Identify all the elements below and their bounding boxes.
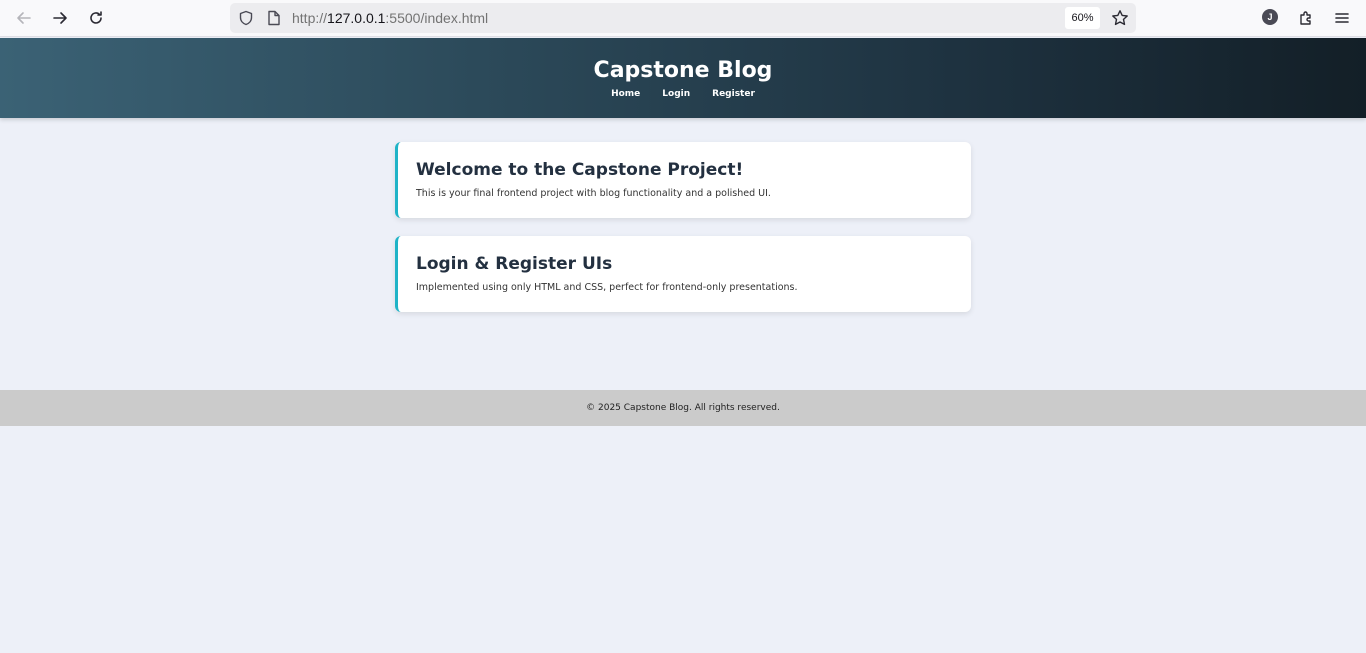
nav-link-login[interactable]: Login bbox=[662, 89, 690, 99]
menu-button[interactable] bbox=[1329, 5, 1355, 31]
extensions-button[interactable] bbox=[1293, 5, 1319, 31]
login-register-card: Login & Register UIs Implemented using o… bbox=[395, 236, 971, 312]
back-arrow-icon bbox=[17, 12, 31, 24]
reload-icon bbox=[90, 11, 102, 24]
site-header: Capstone Blog Home Login Register bbox=[0, 38, 1366, 118]
zoom-level-badge[interactable]: 60% bbox=[1065, 7, 1100, 29]
url-rest: :5500/index.html bbox=[385, 10, 489, 26]
site-nav: Home Login Register bbox=[0, 89, 1366, 99]
account-avatar[interactable]: J bbox=[1262, 9, 1278, 25]
footer-copyright: © 2025 Capstone Blog. All rights reserve… bbox=[586, 403, 780, 413]
nav-link-home[interactable]: Home bbox=[611, 89, 640, 99]
card-text: This is your final frontend project with… bbox=[416, 188, 771, 199]
forward-button[interactable] bbox=[47, 5, 73, 31]
card-title: Welcome to the Capstone Project! bbox=[416, 160, 744, 180]
shield-icon[interactable] bbox=[238, 10, 254, 26]
nav-link-register[interactable]: Register bbox=[712, 89, 755, 99]
card-title: Login & Register UIs bbox=[416, 254, 613, 274]
reload-button[interactable] bbox=[83, 5, 109, 31]
browser-toolbar: http://127.0.0.1:5500/index.html 60% J bbox=[0, 0, 1366, 37]
forward-arrow-icon bbox=[53, 12, 67, 24]
card-text: Implemented using only HTML and CSS, per… bbox=[416, 282, 798, 293]
url-prefix: http:// bbox=[292, 10, 328, 26]
puzzle-icon bbox=[1300, 11, 1311, 25]
url-host: 127.0.0.1 bbox=[327, 10, 386, 26]
url-text[interactable]: http://127.0.0.1:5500/index.html bbox=[292, 10, 488, 26]
site-footer: © 2025 Capstone Blog. All rights reserve… bbox=[0, 390, 1366, 426]
hamburger-menu-icon bbox=[1335, 13, 1349, 23]
page-icon bbox=[268, 10, 280, 26]
url-bar[interactable]: http://127.0.0.1:5500/index.html 60% bbox=[230, 3, 1136, 33]
back-button[interactable] bbox=[11, 5, 37, 31]
welcome-card: Welcome to the Capstone Project! This is… bbox=[395, 142, 971, 218]
site-title: Capstone Blog bbox=[593, 58, 773, 83]
bookmark-star-icon[interactable] bbox=[1111, 9, 1129, 27]
